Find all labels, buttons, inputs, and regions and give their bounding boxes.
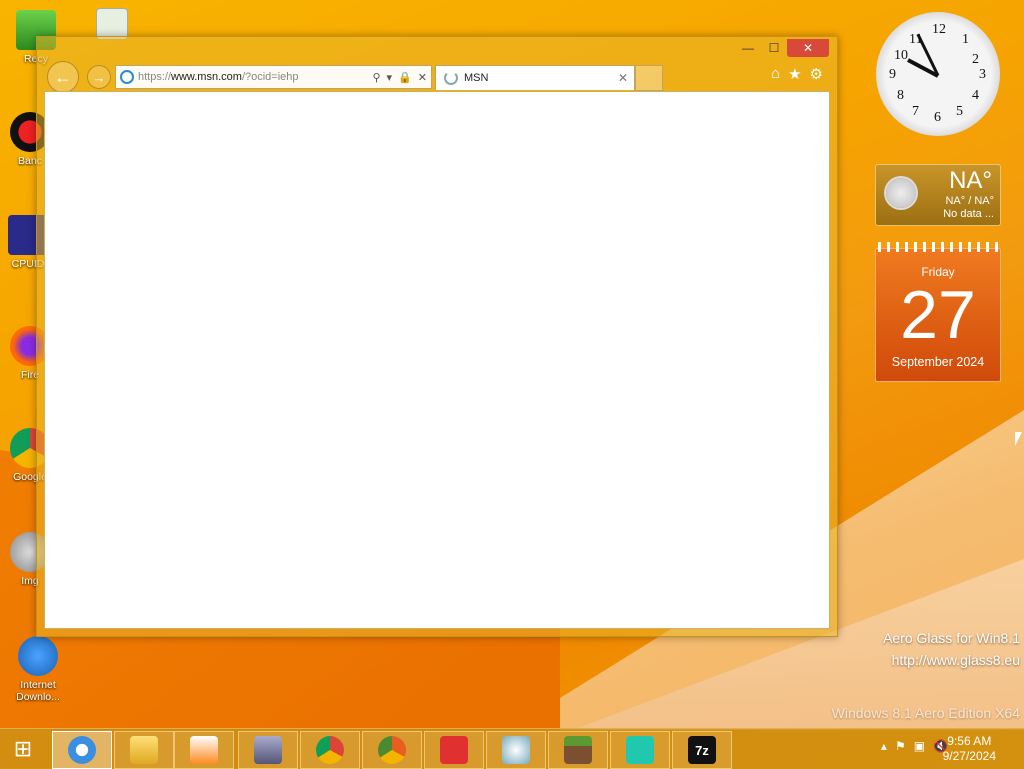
tab-msn[interactable]: MSN ✕ [435, 65, 635, 90]
stop-icon[interactable]: ✕ [418, 71, 427, 84]
weather-temperature: NA° [949, 167, 992, 194]
favorites-star-icon[interactable]: ★ [788, 65, 801, 83]
loading-spinner-icon [444, 71, 458, 85]
watermark-text: Aero Glass for Win8.1 [883, 630, 1020, 646]
back-button[interactable]: ← [47, 61, 79, 93]
weather-status: No data ... [943, 208, 994, 220]
taskbar-roblox[interactable] [424, 731, 484, 769]
taskbar-media-player[interactable] [174, 731, 234, 769]
internet-download-manager-icon[interactable]: Internet Downlo... [4, 636, 72, 703]
maximize-button[interactable]: ☐ [761, 39, 787, 57]
taskbar-7-zip[interactable]: 7z [672, 731, 732, 769]
taskbar-internet-explorer[interactable] [52, 731, 112, 769]
new-tab-button[interactable] [635, 65, 663, 91]
taskbar-minecraft[interactable] [548, 731, 608, 769]
forward-button[interactable]: → [87, 65, 111, 89]
calendar-date: 27 [900, 277, 976, 353]
start-button[interactable]: ⊞ [8, 735, 38, 763]
desktop-icon-label: Internet Downlo... [16, 679, 60, 703]
tab-close-icon[interactable]: ✕ [618, 71, 628, 85]
taskbar-paint[interactable] [486, 731, 546, 769]
taskbar-terminal-app[interactable] [610, 731, 670, 769]
calendar-rings [878, 242, 998, 252]
weather-range: NA° / NA° [945, 195, 994, 207]
ie-page-icon [120, 70, 134, 84]
close-button[interactable]: ✕ [787, 39, 829, 57]
address-url: https://www.msn.com/?ocid=iehp [138, 71, 299, 83]
network-icon[interactable]: ▣ [914, 739, 925, 753]
weather-gadget[interactable]: NA° NA° / NA° No data ... [875, 164, 1001, 226]
home-icon[interactable]: ⌂ [771, 65, 780, 83]
watermark-url: http://www.glass8.eu [891, 652, 1020, 668]
page-content[interactable] [44, 91, 830, 629]
taskbar-file-explorer[interactable] [114, 731, 174, 769]
window-caption-buttons: — ☐ ✕ [735, 39, 829, 57]
clock-gadget[interactable]: 12 1 2 345 678 9 10 11 [876, 12, 1000, 136]
address-bar[interactable]: https://www.msn.com/?ocid=iehp ⚲ ▾ 🔒 ✕ [115, 65, 432, 89]
watermark-edition: Windows 8.1 Aero Edition X64 [831, 705, 1020, 721]
settings-gear-icon[interactable]: ⚙ [810, 65, 823, 83]
calendar-gadget[interactable]: Friday 27 September 2024 [875, 242, 1001, 382]
dropdown-icon[interactable]: ▾ [387, 71, 393, 84]
taskbar-chrome-alt[interactable] [362, 731, 422, 769]
lock-icon[interactable]: 🔒 [398, 71, 412, 84]
taskbar-archive-tool[interactable] [238, 731, 298, 769]
tab-title: MSN [464, 72, 489, 84]
action-center-flag-icon[interactable]: ⚑ [895, 739, 906, 753]
mouse-cursor-icon [1015, 432, 1022, 446]
search-icon[interactable]: ⚲ [372, 71, 380, 84]
taskbar-date: 9/27/2024 [942, 749, 996, 763]
taskbar: ⊞ 7z ▴ ⚑ ▣ 🔇 9:56 AM 9/27/2024 [0, 728, 1024, 769]
weather-sun-icon [886, 178, 916, 208]
internet-explorer-window: — ☐ ✕ ← → https://www.msn.com/?ocid=iehp… [36, 36, 838, 637]
taskbar-google-chrome[interactable] [300, 731, 360, 769]
taskbar-time: 9:56 AM [947, 734, 992, 748]
taskbar-clock[interactable]: 9:56 AM 9/27/2024 [943, 734, 996, 764]
show-hidden-icons-icon[interactable]: ▴ [881, 739, 887, 753]
calendar-month: September 2024 [891, 355, 985, 369]
minimize-button[interactable]: — [735, 39, 761, 57]
